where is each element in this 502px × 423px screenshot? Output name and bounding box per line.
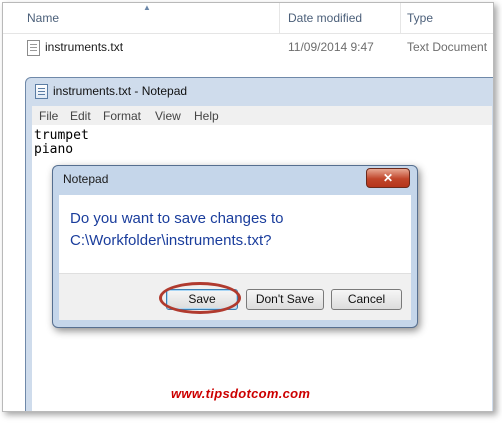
explorer-column-header: ▲ Name Date modified Type [3,3,493,34]
file-date-modified: 11/09/2014 9:47 [288,40,374,54]
menu-file[interactable]: File [39,109,58,123]
file-type: Text Document [407,40,488,54]
column-divider[interactable] [400,3,401,33]
close-icon[interactable]: ✕ [366,168,410,188]
column-type-header[interactable]: Type [407,11,433,25]
column-divider[interactable] [279,3,280,33]
watermark-text: www.tipsdotcom.com [171,386,311,401]
menu-view[interactable]: View [155,109,181,123]
dialog-message-line1: Do you want to save changes to [70,210,284,227]
column-name-header[interactable]: Name [27,11,59,25]
notepad-titlebar[interactable]: instruments.txt - Notepad [26,78,493,104]
dialog-message-line2: C:\Workfolder\instruments.txt? [70,232,272,249]
dialog-message: Do you want to save changes to C:\Workfo… [70,208,283,252]
notepad-icon [35,84,48,99]
column-date-header[interactable]: Date modified [288,11,362,25]
sort-ascending-icon: ▲ [143,3,151,12]
menu-edit[interactable]: Edit [70,109,91,123]
file-row-instruments[interactable]: instruments.txt 11/09/2014 9:47 Text Doc… [3,35,493,59]
menu-format[interactable]: Format [103,109,141,123]
text-file-icon [27,40,40,56]
save-button[interactable]: Save [166,289,238,310]
dont-save-button[interactable]: Don't Save [246,289,324,310]
cancel-button[interactable]: Cancel [331,289,402,310]
menu-help[interactable]: Help [194,109,219,123]
text-line: piano [34,142,74,157]
screenshot-frame: ▲ Name Date modified Type instruments.tx… [2,2,494,412]
notepad-menubar: File Edit Format View Help [32,106,492,126]
save-changes-dialog: Notepad ✕ Do you want to save changes to… [52,165,418,328]
text-line: trumpet [34,128,89,143]
notepad-title: instruments.txt - Notepad [53,84,188,98]
dialog-title: Notepad [63,172,109,186]
dialog-button-bar: Save Don't Save Cancel [59,273,411,320]
dialog-message-area: Do you want to save changes to C:\Workfo… [59,195,411,273]
file-name: instruments.txt [45,40,124,54]
